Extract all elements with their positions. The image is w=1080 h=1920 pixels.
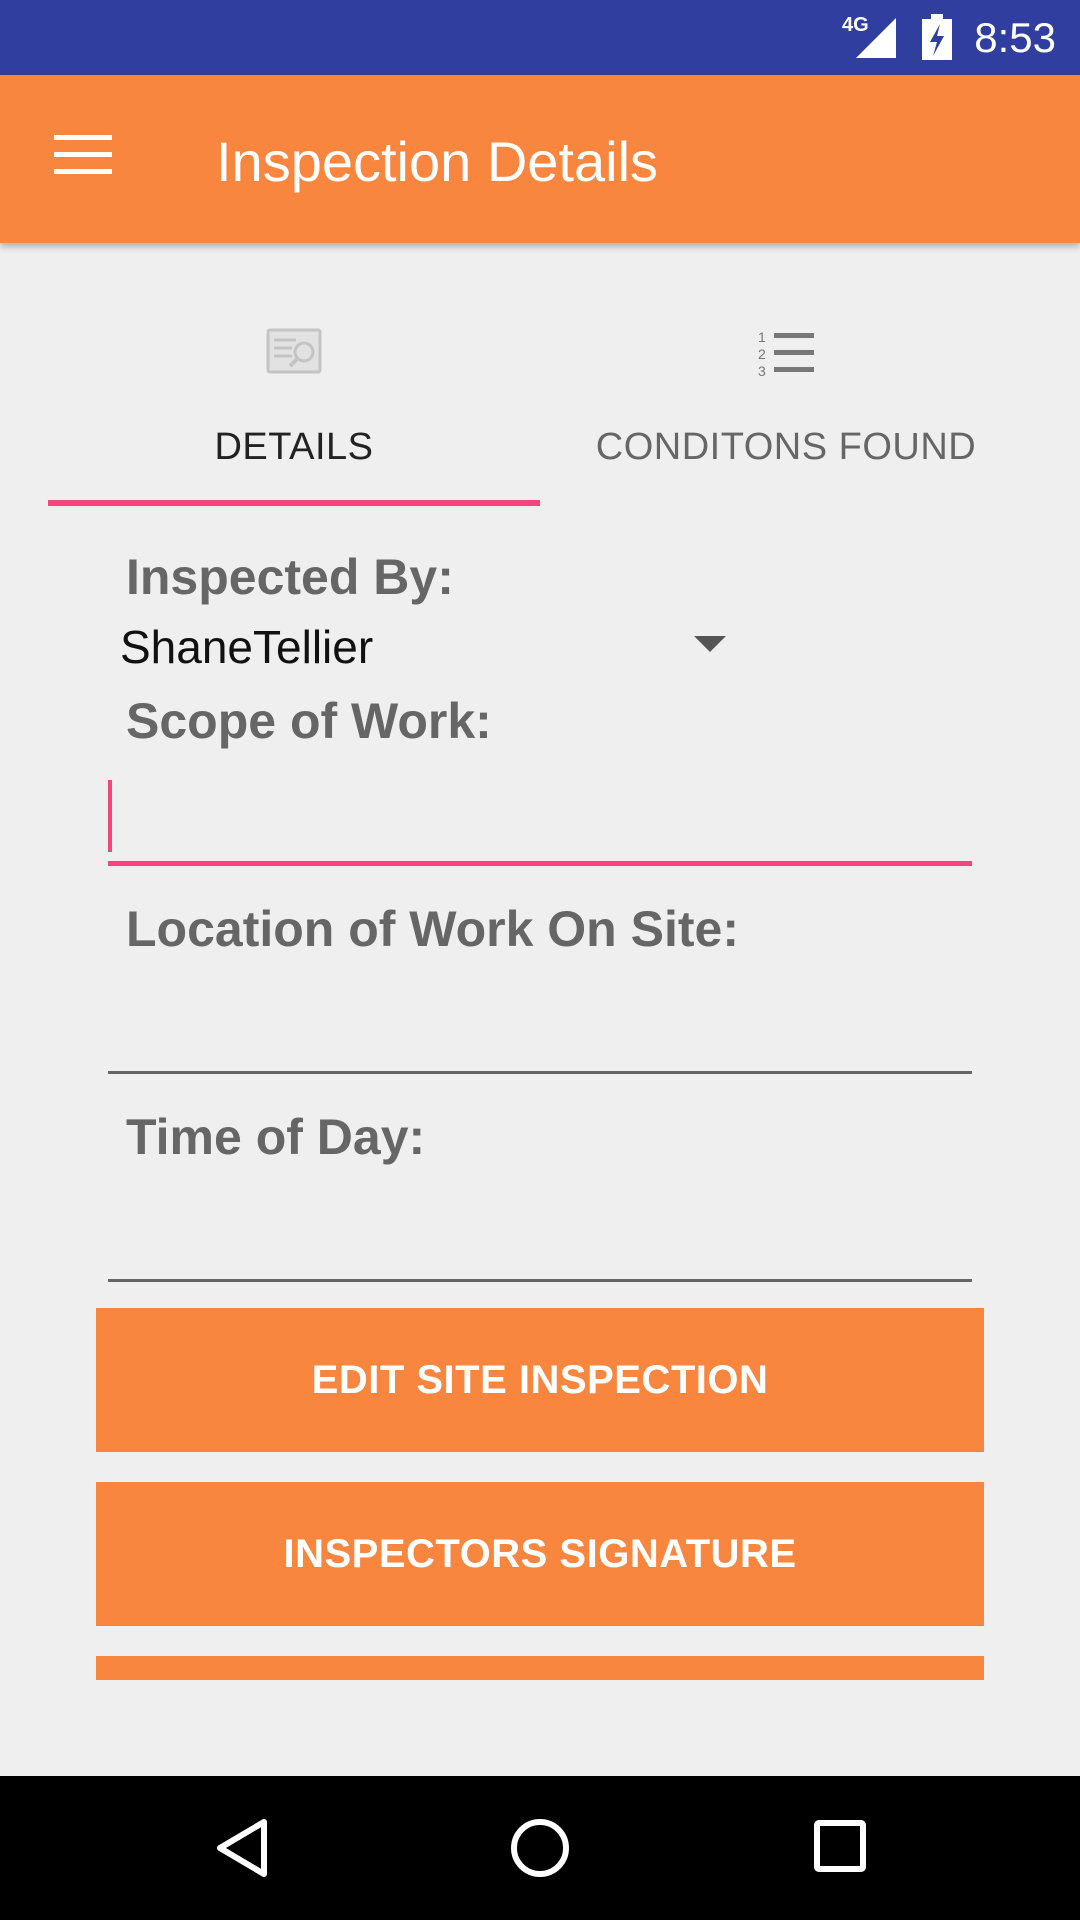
navigation-bar	[0, 1776, 1080, 1920]
numbered-list-icon: 1 2 3	[758, 329, 814, 378]
home-icon[interactable]	[508, 1816, 572, 1880]
battery-charging-icon	[922, 14, 952, 60]
tab-details-label: DETAILS	[214, 426, 374, 468]
back-icon[interactable]	[212, 1816, 272, 1880]
svg-text:2: 2	[758, 346, 766, 362]
text-caret	[108, 780, 112, 852]
signal-icon	[856, 18, 896, 58]
menu-icon[interactable]	[54, 135, 112, 181]
scope-of-work-input[interactable]	[108, 776, 972, 866]
scope-of-work-label: Scope of Work:	[126, 693, 492, 749]
tab-bar: DETAILS 1 2 3 CONDITONS FOUND	[48, 300, 1032, 510]
recents-icon[interactable]	[812, 1816, 868, 1876]
partial-button[interactable]	[96, 1656, 984, 1680]
tab-conditions-label: CONDITONS FOUND	[595, 426, 977, 468]
tab-indicator	[48, 500, 540, 506]
location-label: Location of Work On Site:	[126, 901, 739, 957]
edit-site-inspection-button[interactable]: EDIT SITE INSPECTION	[96, 1308, 984, 1452]
svg-text:3: 3	[758, 363, 766, 378]
tab-conditions-found[interactable]: 1 2 3 CONDITONS FOUND	[540, 300, 1032, 505]
dropdown-arrow-icon	[694, 636, 726, 652]
tab-details[interactable]: DETAILS	[48, 300, 540, 505]
app-bar: Inspection Details	[0, 75, 1080, 243]
clock: 8:53	[974, 14, 1056, 61]
inspection-report-icon	[266, 328, 322, 374]
page-title: Inspection Details	[216, 130, 659, 193]
inspected-by-label: Inspected By:	[126, 549, 454, 605]
time-of-day-input[interactable]	[108, 1192, 972, 1282]
inspected-by-value: ShaneTellier	[120, 621, 374, 673]
inspectors-signature-button[interactable]: INSPECTORS SIGNATURE	[96, 1482, 984, 1626]
location-input[interactable]	[108, 984, 972, 1074]
status-bar: 4G 8:53	[0, 0, 1080, 75]
svg-text:1: 1	[758, 329, 766, 345]
time-of-day-label: Time of Day:	[126, 1109, 426, 1165]
